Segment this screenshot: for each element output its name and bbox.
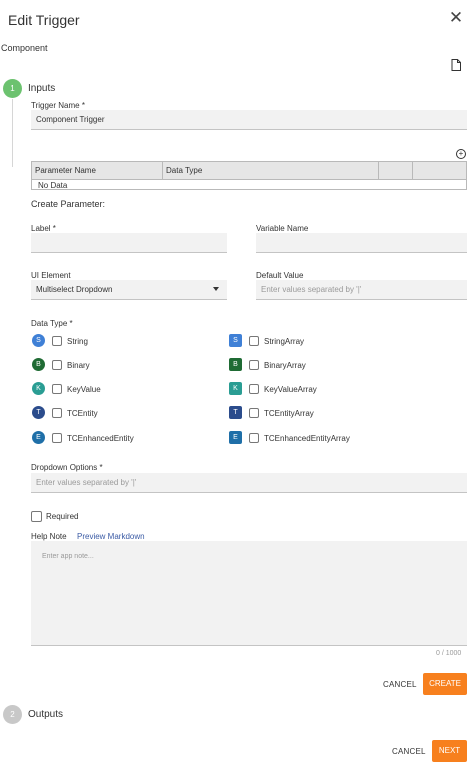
cancel-button[interactable]: CANCEL	[392, 747, 426, 756]
help-note-textarea[interactable]: Enter app note...	[31, 541, 467, 646]
dropdown-options-input[interactable]: Enter values separated by '|'	[31, 473, 467, 493]
char-counter: 0 / 1000	[436, 650, 462, 657]
trigger-name-label: Trigger Name *	[31, 101, 85, 110]
tcenhancedentityarray-label: TCEnhancedEntityArray	[264, 434, 350, 443]
ui-element-label: UI Element	[31, 271, 71, 280]
variable-name-label: Variable Name	[256, 224, 309, 233]
dialog-header: Edit Trigger ✕	[0, 0, 474, 40]
variable-name-input[interactable]	[256, 233, 467, 253]
binaryarray-checkbox[interactable]	[249, 360, 259, 370]
keyvalue-checkbox[interactable]	[52, 384, 62, 394]
tcentity-label: TCEntity	[67, 409, 98, 418]
default-value-placeholder: Enter values separated by '|'	[261, 285, 362, 294]
step-2-label[interactable]: Outputs	[28, 709, 63, 720]
help-note-label: Help Note	[31, 532, 67, 541]
stringarray-checkbox[interactable]	[249, 336, 259, 346]
preview-markdown-link[interactable]: Preview Markdown	[77, 532, 145, 541]
table-empty-text: No Data	[38, 181, 68, 190]
string-type-icon: S	[32, 334, 45, 347]
column-edit	[379, 162, 413, 180]
parameters-table: Parameter Name Data Type No Data	[31, 161, 467, 190]
data-type-label: Data Type *	[31, 319, 73, 328]
tcenhancedentity-label: TCEnhancedEntity	[67, 434, 134, 443]
binary-type-icon: B	[32, 358, 45, 371]
dialog-title: Edit Trigger	[8, 12, 80, 28]
tcentityarray-checkbox[interactable]	[249, 408, 259, 418]
trigger-name-value: Component Trigger	[36, 115, 105, 124]
ui-element-value: Multiselect Dropdown	[36, 285, 113, 294]
keyvalue-type-icon: K	[32, 382, 45, 395]
string-label: String	[67, 337, 88, 346]
dropdown-options-placeholder: Enter values separated by '|'	[36, 478, 137, 487]
cancel-parameter-button[interactable]: CANCEL	[383, 680, 417, 689]
dropdown-options-label: Dropdown Options *	[31, 463, 103, 472]
string-checkbox[interactable]	[52, 336, 62, 346]
keyvaluearray-type-icon: K	[229, 382, 242, 395]
keyvaluearray-checkbox[interactable]	[249, 384, 259, 394]
default-value-input[interactable]: Enter values separated by '|'	[256, 280, 467, 300]
tcenhancedentity-type-icon: E	[32, 431, 45, 444]
tcentityarray-label: TCEntityArray	[264, 409, 314, 418]
column-data-type[interactable]: Data Type	[163, 162, 379, 180]
keyvaluearray-label: KeyValueArray	[264, 385, 317, 394]
default-value-label: Default Value	[256, 271, 304, 280]
required-label: Required	[46, 512, 79, 521]
binary-checkbox[interactable]	[52, 360, 62, 370]
chevron-down-icon[interactable]	[213, 287, 219, 291]
column-parameter-name[interactable]: Parameter Name	[32, 162, 163, 180]
stringarray-label: StringArray	[264, 337, 305, 346]
stringarray-type-icon: S	[229, 334, 242, 347]
tcentityarray-type-icon: T	[229, 406, 242, 419]
create-parameter-button[interactable]: CREATE	[423, 673, 467, 695]
step-connector	[12, 99, 13, 167]
tcenhancedentityarray-type-icon: E	[229, 431, 242, 444]
tcentity-checkbox[interactable]	[52, 408, 62, 418]
close-icon[interactable]: ✕	[448, 9, 464, 26]
column-delete	[413, 162, 466, 180]
binary-label: Binary	[67, 361, 90, 370]
tcentity-type-icon: T	[32, 406, 45, 419]
trigger-name-input[interactable]: Component Trigger	[31, 110, 467, 130]
section-label: Component	[1, 43, 48, 53]
ui-element-select[interactable]: Multiselect Dropdown	[31, 280, 227, 300]
label-input[interactable]	[31, 233, 227, 253]
required-checkbox[interactable]	[31, 511, 42, 522]
help-note-placeholder: Enter app note...	[42, 553, 94, 560]
add-parameter-icon[interactable]: +	[456, 149, 466, 159]
step-2-indicator: 2	[3, 705, 22, 724]
document-icon[interactable]	[451, 59, 461, 71]
step-1-label[interactable]: Inputs	[28, 83, 55, 94]
keyvalue-label: KeyValue	[67, 385, 101, 394]
binaryarray-label: BinaryArray	[264, 361, 306, 370]
binaryarray-type-icon: B	[229, 358, 242, 371]
next-button[interactable]: NEXT	[432, 740, 467, 762]
tcenhancedentityarray-checkbox[interactable]	[249, 433, 259, 443]
create-parameter-title: Create Parameter:	[31, 199, 106, 209]
tcenhancedentity-checkbox[interactable]	[52, 433, 62, 443]
step-1-indicator: 1	[3, 79, 22, 98]
table-header: Parameter Name Data Type	[32, 162, 466, 180]
label-field-label: Label *	[31, 224, 56, 233]
